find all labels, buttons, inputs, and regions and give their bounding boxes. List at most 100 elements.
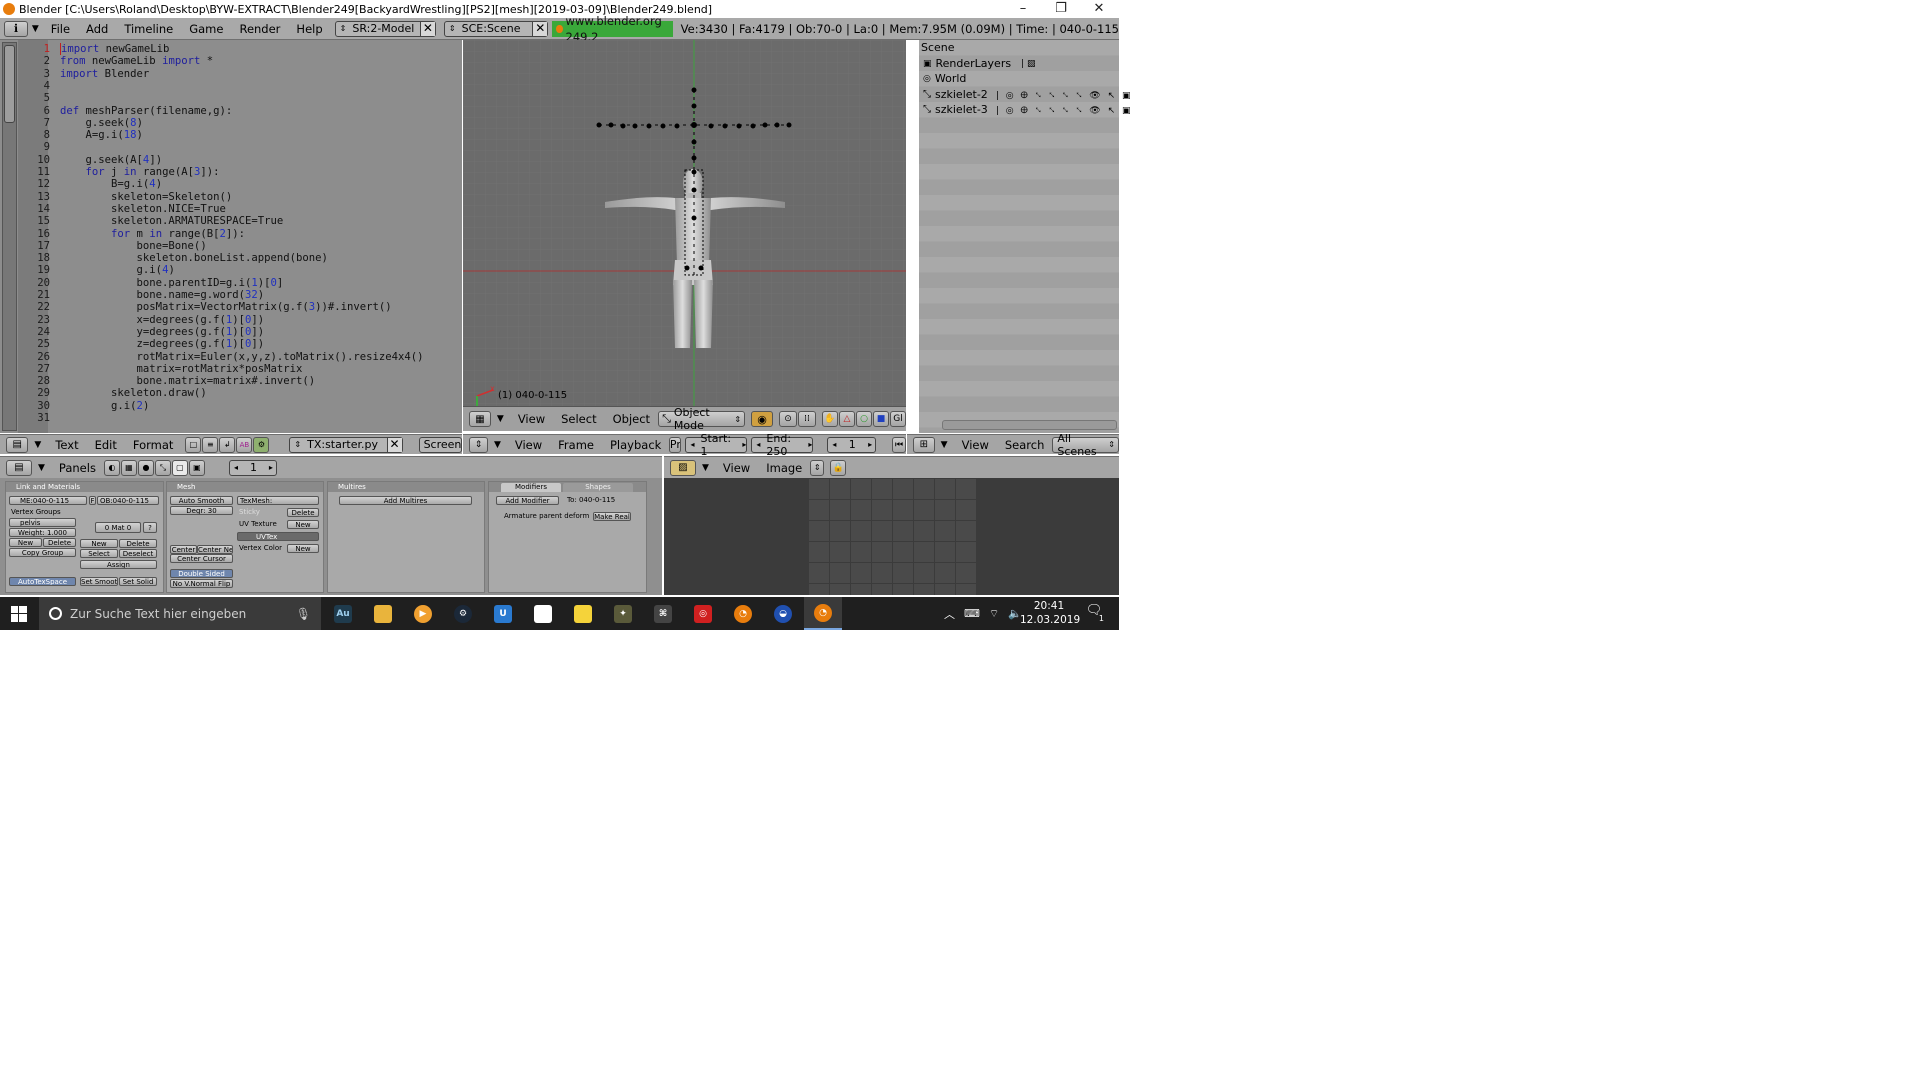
close-text-icon[interactable]: ✕ — [386, 437, 402, 452]
game-app[interactable]: ✦ — [604, 597, 642, 630]
hand-icon[interactable]: ✋ — [822, 411, 838, 427]
menu-format[interactable]: Format — [125, 438, 182, 452]
auto-smooth-toggle[interactable]: Auto Smooth — [170, 496, 233, 505]
set-solid-button[interactable]: Set Solid — [119, 577, 157, 586]
shading-icon[interactable]: ● — [137, 459, 154, 476]
end-frame-field[interactable]: ◂ End: 250 ▸ — [751, 432, 814, 458]
3d-viewport[interactable]: x (1) 040-0-115 — [463, 40, 906, 406]
pivot-icon[interactable]: ⊙ — [779, 411, 797, 427]
blender-app-active[interactable]: ◔ — [804, 597, 842, 630]
python-plugin-icon[interactable]: ⚙ — [253, 436, 270, 453]
code-line[interactable]: skeleton=Skeleton() — [60, 191, 232, 203]
material-deselect-button[interactable]: Deselect — [119, 549, 157, 558]
code-line[interactable]: skeleton.ARMATURESPACE=True — [60, 215, 283, 227]
collapse-triangle-icon[interactable]: ▼ — [494, 440, 501, 450]
steam-app[interactable]: ⚙ — [444, 597, 482, 630]
set-smooth-button[interactable]: Set Smooth — [80, 577, 118, 586]
syntax-highlight-icon[interactable]: AB — [236, 436, 253, 453]
menu-text[interactable]: Text — [47, 438, 86, 452]
tool-app[interactable]: ◎ — [684, 597, 722, 630]
menu-playback[interactable]: Playback — [602, 438, 669, 452]
window-type-timeline-icon[interactable]: ⇕ — [469, 436, 488, 453]
image-browse-icon[interactable]: ⇕ — [810, 459, 825, 476]
uv-new-button[interactable]: New — [287, 520, 319, 529]
window-type-info-icon[interactable]: ℹ — [4, 20, 28, 37]
menu-view[interactable]: View — [954, 438, 997, 452]
taskbar-search-box[interactable]: Zur Suche Text hier eingeben 🎙 — [39, 597, 321, 630]
code-line[interactable]: rotMatrix=Euler(x,y,z).toMatrix().resize… — [60, 351, 424, 363]
editing-icon[interactable]: ▢ — [171, 459, 188, 476]
action-center-button[interactable]: 🗨 1 — [1083, 603, 1105, 623]
panels-menu[interactable]: Panels — [51, 461, 104, 475]
menu-search[interactable]: Search — [997, 438, 1053, 452]
jump-to-start-icon[interactable]: ⏮ — [892, 436, 906, 453]
double-sided-toggle[interactable]: Double Sided — [170, 569, 233, 578]
left-arrow-icon[interactable]: ◂ — [234, 463, 238, 472]
fake-user-button[interactable]: F — [89, 496, 96, 505]
center-cursor-button[interactable]: Center Cursor — [170, 554, 233, 563]
window-type-image-icon[interactable]: ▨ — [670, 459, 696, 476]
uvtex-layer-field[interactable]: UVTex — [237, 532, 319, 541]
menu-add[interactable]: Add — [78, 22, 116, 36]
code-line[interactable]: posMatrix=VectorMatrix(g.f(3))#.invert() — [60, 301, 392, 313]
maximize-button[interactable]: ❐ — [1042, 0, 1080, 18]
preview-range-button[interactable]: Pr — [669, 436, 682, 453]
material-delete-button[interactable]: Delete — [119, 539, 157, 548]
code-line[interactable]: z=degrees(g.f(1)[0]) — [60, 338, 265, 350]
wifi-icon[interactable]: ⌔ — [989, 607, 999, 621]
add-modifier-button[interactable]: Add Modifier — [496, 496, 559, 505]
left-arrow-icon[interactable]: ◂ — [756, 440, 760, 449]
shapes-tab[interactable]: Shapes — [563, 483, 633, 492]
right-arrow-icon[interactable]: ▸ — [742, 440, 746, 449]
code-line[interactable]: import newGameLib — [60, 43, 169, 56]
menu-help[interactable]: Help — [288, 22, 330, 36]
chevron-up-icon[interactable]: ︿ — [944, 606, 955, 622]
collapse-triangle-icon[interactable]: ▼ — [38, 463, 45, 473]
copy-group-button[interactable]: Copy Group — [9, 548, 76, 557]
menu-frame[interactable]: Frame — [550, 438, 602, 452]
menu-render[interactable]: Render — [231, 22, 288, 36]
rotate-icon[interactable]: ○ — [856, 411, 872, 427]
vgroup-new-button[interactable]: New — [9, 538, 42, 547]
fullscreen-icon[interactable]: □ — [185, 436, 202, 453]
line-numbers-icon[interactable]: ≡ — [202, 436, 219, 453]
add-multires-button[interactable]: Add Multires — [339, 496, 472, 505]
code-line[interactable]: x=degrees(g.f(1)[0]) — [60, 314, 265, 326]
texmesh-field[interactable]: TexMesh: — [237, 496, 319, 505]
viewport-canvas[interactable]: x (1) 040-0-115 — [463, 40, 906, 406]
draw-type-icon[interactable]: ◉ — [751, 411, 773, 427]
code-line[interactable]: skeleton.NICE=True — [60, 203, 226, 215]
make-real-button[interactable]: Make Real — [593, 512, 631, 521]
object-icon[interactable]: ⤡ — [154, 459, 171, 476]
right-arrow-icon[interactable]: ▸ — [269, 463, 273, 472]
code-line[interactable]: g.seek(A[4]) — [60, 154, 163, 166]
code-line[interactable]: g.i(2) — [60, 400, 149, 412]
scene-selector[interactable]: ⇕ SCE:Scene ✕ — [443, 20, 549, 37]
code-line[interactable]: for m in range(B[2]): — [60, 228, 245, 240]
material-assign-button[interactable]: Assign — [80, 560, 157, 569]
code-line[interactable]: bone.matrix=matrix#.invert() — [60, 375, 316, 387]
explorer-app[interactable] — [364, 597, 402, 630]
script-icon[interactable]: ▦ — [120, 459, 137, 476]
keyboard-icon[interactable]: ⌨ — [964, 607, 980, 620]
material-select-button[interactable]: Select — [80, 549, 118, 558]
vertex-group-selector[interactable]: pelvis — [9, 518, 76, 527]
word-wrap-icon[interactable]: ↲ — [219, 436, 236, 453]
media-player-app[interactable]: ▶ — [404, 597, 442, 630]
menu-file[interactable]: File — [43, 22, 78, 36]
menu-select[interactable]: Select — [553, 412, 604, 426]
layers-icon[interactable]: ⁞⁞ — [798, 411, 816, 427]
code-line[interactable]: A=g.i(18) — [60, 129, 143, 141]
menu-image[interactable]: Image — [758, 461, 810, 475]
code-line[interactable]: for j in range(A[3]): — [60, 166, 220, 178]
vgroup-delete-button[interactable]: Delete — [43, 538, 76, 547]
material-new-button[interactable]: New — [80, 539, 118, 548]
code-line[interactable]: import Blender — [60, 68, 149, 80]
uplay-app[interactable]: U — [484, 597, 522, 630]
minimize-button[interactable]: – — [1004, 0, 1042, 18]
left-arrow-icon[interactable]: ◂ — [690, 440, 694, 449]
window-type-outliner-icon[interactable]: ⊞ — [913, 436, 935, 453]
collapse-triangle-icon[interactable]: ▼ — [941, 440, 948, 450]
code-line[interactable]: def meshParser(filename,g): — [60, 105, 232, 117]
menu-view[interactable]: View — [510, 412, 553, 426]
